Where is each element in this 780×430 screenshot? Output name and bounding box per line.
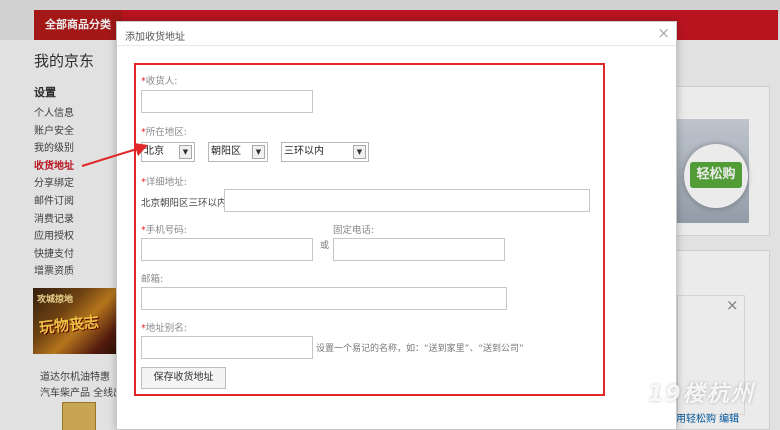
save-address-button[interactable]: 保存收货地址 (141, 367, 226, 389)
detail-address-input[interactable] (224, 189, 590, 212)
dialog-header: 添加收货地址 × (117, 22, 676, 46)
chevron-down-icon: ▼ (353, 145, 366, 159)
landline-input[interactable] (333, 238, 505, 261)
or-text: 或 (320, 241, 330, 251)
mobile-input[interactable] (141, 238, 313, 261)
dialog-title: 添加收货地址 (125, 32, 185, 43)
mobile-label: *手机号码: (141, 225, 187, 236)
chevron-down-icon: ▼ (252, 145, 265, 159)
consignee-label: *收货人: (141, 76, 178, 87)
city-value: 朝阳区 (211, 146, 241, 157)
dialog-close-icon[interactable]: × (657, 24, 670, 42)
site-watermark: 19楼杭州 (648, 382, 755, 407)
chevron-down-icon: ▼ (179, 145, 192, 159)
detail-address-label: *详细地址: (141, 177, 187, 188)
province-select[interactable]: 北京 ▼ (141, 142, 195, 162)
consignee-input[interactable] (141, 90, 313, 113)
detail-address-prefix: 北京朝阳区三环以内 (141, 198, 227, 209)
alias-input[interactable] (141, 336, 313, 359)
email-label: 邮箱: (141, 274, 164, 285)
district-value: 三环以内 (284, 146, 324, 157)
landline-label: 固定电话: (333, 225, 375, 236)
city-select[interactable]: 朝阳区 ▼ (208, 142, 268, 162)
alias-label: *地址别名: (141, 323, 187, 334)
add-address-dialog: 添加收货地址 × *收货人: *所在地区: 北京 ▼ 朝阳区 ▼ 三环以内 ▼ *详细… (116, 21, 677, 430)
district-select[interactable]: 三环以内 ▼ (281, 142, 369, 162)
email-input[interactable] (141, 287, 507, 310)
region-label: *所在地区: (141, 127, 187, 138)
alias-hint: 设置一个易记的名称，如：“送到家里”、“送到公司” (316, 344, 524, 354)
province-value: 北京 (144, 146, 164, 157)
address-form-highlight: *收货人: *所在地区: 北京 ▼ 朝阳区 ▼ 三环以内 ▼ *详细地址: 北京朝阳区… (134, 63, 605, 396)
